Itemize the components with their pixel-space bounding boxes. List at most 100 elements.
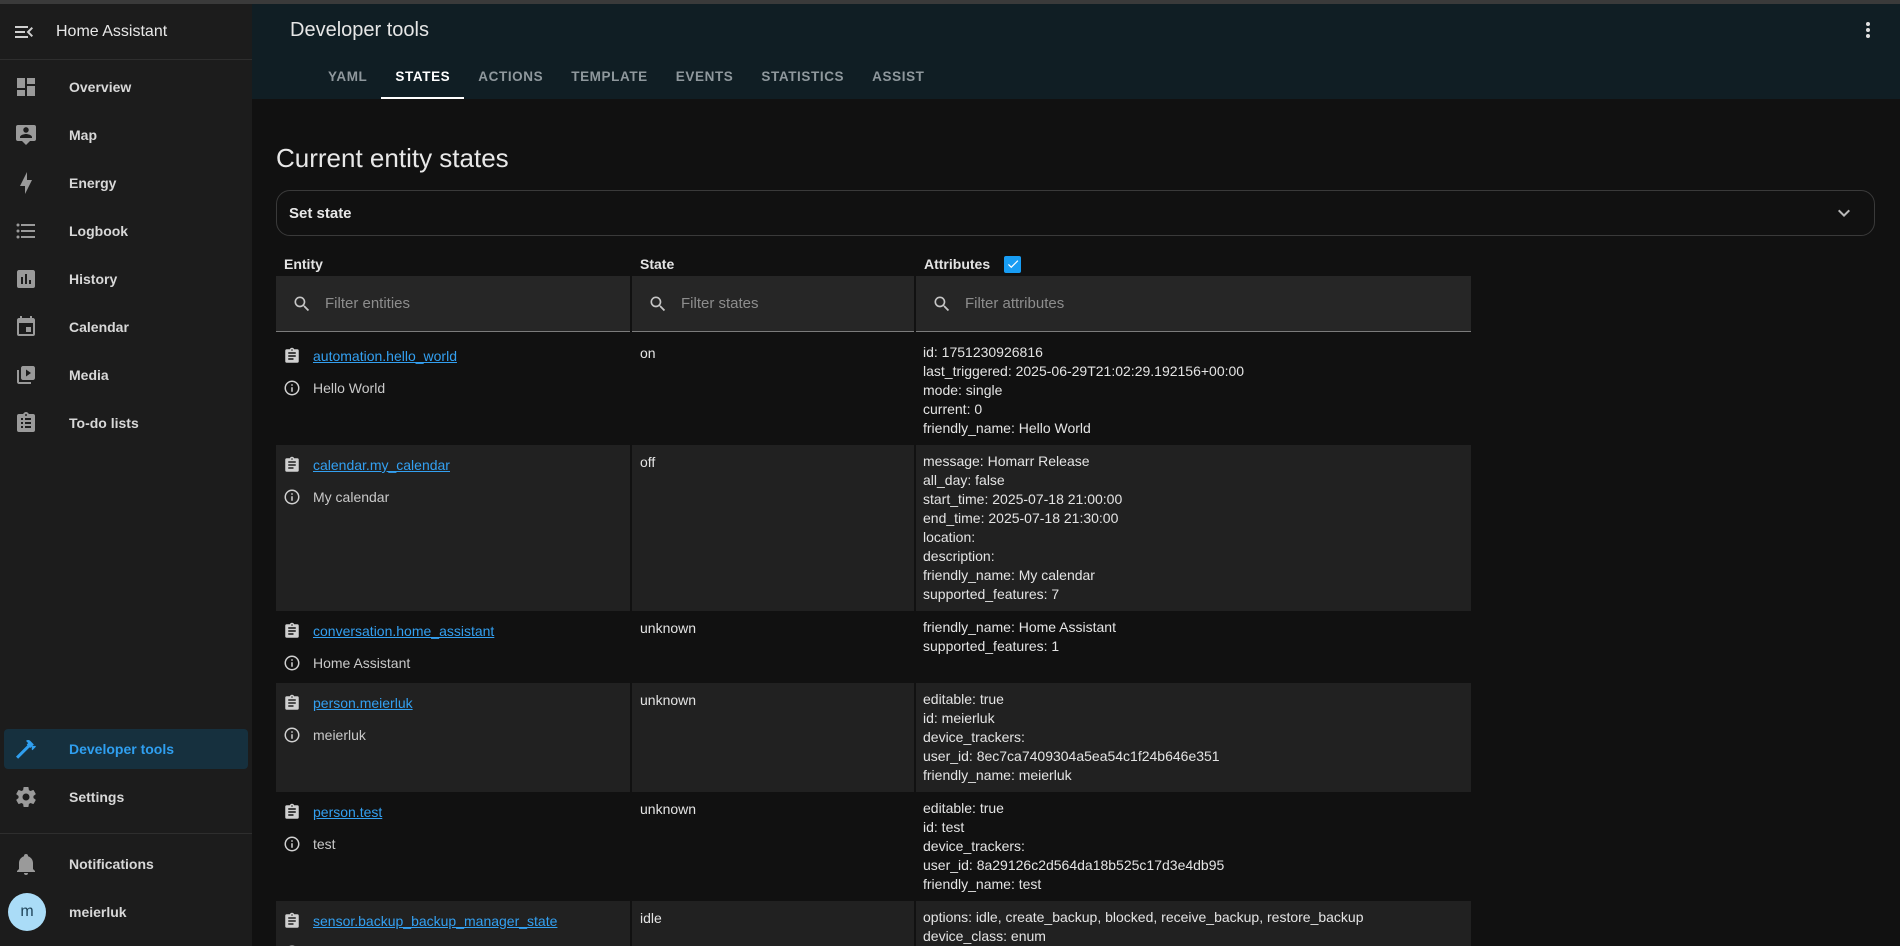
attribute-line: current: 0 [923, 400, 1463, 419]
attribute-line: last_triggered: 2025-06-29T21:02:29.1921… [923, 362, 1463, 381]
tab-actions[interactable]: ACTIONS [464, 56, 557, 99]
sidebar-nav: Overview Map Energy Logbook History Cale… [0, 60, 252, 447]
tab-statistics[interactable]: STATISTICS [747, 56, 858, 99]
sidebar-item-energy[interactable]: Energy [0, 159, 252, 207]
set-state-expansion-panel[interactable]: Set state [276, 190, 1875, 236]
attributes-cell: message: Homarr Releaseall_day: falsesta… [916, 445, 1471, 611]
friendly-name: Hello World [313, 380, 385, 396]
attribute-line: user_id: 8a29126c2d564da18b525c17d3e4db9… [923, 856, 1463, 875]
attribute-line: friendly_name: Hello World [923, 419, 1463, 438]
sidebar-item-calendar[interactable]: Calendar [0, 303, 252, 351]
attribute-line: device_trackers: [923, 728, 1463, 747]
tab-template[interactable]: TEMPLATE [557, 56, 662, 99]
attribute-line: editable: true [923, 690, 1463, 709]
entity-cell: conversation.home_assistant Home Assista… [276, 611, 630, 683]
cog-icon [14, 785, 38, 809]
friendly-name: Home Assistant [313, 655, 410, 671]
table-row: person.test test unknown editable: truei… [276, 792, 1900, 901]
sidebar-item-label: Calendar [69, 319, 129, 335]
entity-cell: calendar.my_calendar My calendar [276, 445, 630, 611]
friendly-name: test [313, 836, 336, 852]
info-icon[interactable] [283, 726, 301, 744]
attribute-line: all_day: false [923, 471, 1463, 490]
entity-cell: sensor.backup_backup_manager_state Backu… [276, 901, 630, 946]
info-icon[interactable] [283, 835, 301, 853]
info-icon[interactable] [283, 379, 301, 397]
sidebar-toggle-icon[interactable] [12, 20, 36, 44]
tab-assist[interactable]: ASSIST [858, 56, 938, 99]
sidebar-item-todo-lists[interactable]: To-do lists [0, 399, 252, 447]
attribute-line: friendly_name: test [923, 875, 1463, 894]
table-row: sensor.backup_backup_manager_state Backu… [276, 901, 1900, 946]
sidebar-item-label: Developer tools [69, 741, 174, 757]
attribute-line: user_id: 8ec7ca7409304a5ea54c1f24b646e35… [923, 747, 1463, 766]
sidebar-item-logbook[interactable]: Logbook [0, 207, 252, 255]
attributes-checkbox[interactable] [1004, 256, 1021, 273]
user-name: meierluk [69, 904, 127, 920]
entity-id-link[interactable]: sensor.backup_backup_manager_state [313, 913, 557, 929]
window-top-edge [0, 0, 1900, 4]
sidebar-spacer [0, 447, 252, 722]
sidebar-item-settings[interactable]: Settings [0, 773, 252, 821]
sidebar-divider [0, 833, 252, 834]
tab-yaml[interactable]: YAML [314, 56, 381, 99]
sidebar-item-media[interactable]: Media [0, 351, 252, 399]
entity-id-link[interactable]: calendar.my_calendar [313, 457, 450, 473]
bell-icon [14, 852, 38, 876]
sidebar-profile[interactable]: m meierluk [0, 888, 252, 936]
attribute-line: options: idle, create_backup, blocked, r… [923, 908, 1463, 927]
entity-id-link[interactable]: person.meierluk [313, 695, 413, 711]
info-icon[interactable] [283, 654, 301, 672]
filter-entities-input[interactable] [325, 295, 630, 312]
chart-box-icon [14, 267, 38, 291]
tab-events[interactable]: EVENTS [662, 56, 748, 99]
state-cell: idle [632, 901, 914, 946]
state-cell: unknown [632, 611, 914, 683]
view-dashboard-icon [14, 75, 38, 99]
attribute-line: id: meierluk [923, 709, 1463, 728]
sidebar-item-label: Energy [69, 175, 116, 191]
copy-entity-id-icon[interactable] [283, 694, 301, 712]
table-row: calendar.my_calendar My calendar off mes… [276, 445, 1900, 611]
app-header-row: Developer tools [252, 4, 1900, 56]
sidebar-item-notifications[interactable]: Notifications [0, 840, 252, 888]
entity-id-link[interactable]: person.test [313, 804, 382, 820]
friendly-name: My calendar [313, 489, 389, 505]
attribute-line: start_time: 2025-07-18 21:00:00 [923, 490, 1463, 509]
copy-entity-id-icon[interactable] [283, 347, 301, 365]
chevron-down-icon [1832, 201, 1856, 225]
sidebar-item-developer-tools[interactable]: Developer tools [4, 729, 248, 769]
tab-states[interactable]: STATES [381, 56, 464, 99]
sidebar-item-label: Map [69, 127, 97, 143]
state-filter-box [632, 276, 914, 332]
copy-entity-id-icon[interactable] [283, 622, 301, 640]
copy-entity-id-icon[interactable] [283, 803, 301, 821]
friendly-name: meierluk [313, 727, 366, 743]
filter-attributes-input[interactable] [965, 295, 1471, 312]
state-cell: off [632, 445, 914, 611]
copy-entity-id-icon[interactable] [283, 456, 301, 474]
overflow-menu-icon[interactable] [1856, 18, 1880, 42]
set-state-label: Set state [289, 205, 1832, 222]
sidebar-item-label: Overview [69, 79, 131, 95]
copy-entity-id-icon[interactable] [283, 912, 301, 930]
attribute-line: end_time: 2025-07-18 21:30:00 [923, 509, 1463, 528]
sidebar-item-label: History [69, 271, 117, 287]
table-row: person.meierluk meierluk unknown editabl… [276, 683, 1900, 792]
calendar-icon [14, 315, 38, 339]
entity-id-link[interactable]: conversation.home_assistant [313, 623, 494, 639]
app-header: Developer tools YAMLSTATESACTIONSTEMPLAT… [252, 4, 1900, 99]
entity-id-link[interactable]: automation.hello_world [313, 348, 457, 364]
hammer-icon [14, 737, 38, 761]
filter-states-input[interactable] [681, 295, 914, 312]
sidebar-item-history[interactable]: History [0, 255, 252, 303]
info-icon[interactable] [283, 488, 301, 506]
entity-table-body: automation.hello_world Hello World on id… [276, 336, 1900, 946]
sidebar-item-label: To-do lists [69, 415, 139, 431]
clipboard-list-icon [14, 411, 38, 435]
notifications-label: Notifications [69, 856, 154, 872]
attribute-line: device_class: enum [923, 927, 1463, 946]
sidebar-item-overview[interactable]: Overview [0, 63, 252, 111]
sidebar-item-map[interactable]: Map [0, 111, 252, 159]
tooltip-account-icon [14, 123, 38, 147]
